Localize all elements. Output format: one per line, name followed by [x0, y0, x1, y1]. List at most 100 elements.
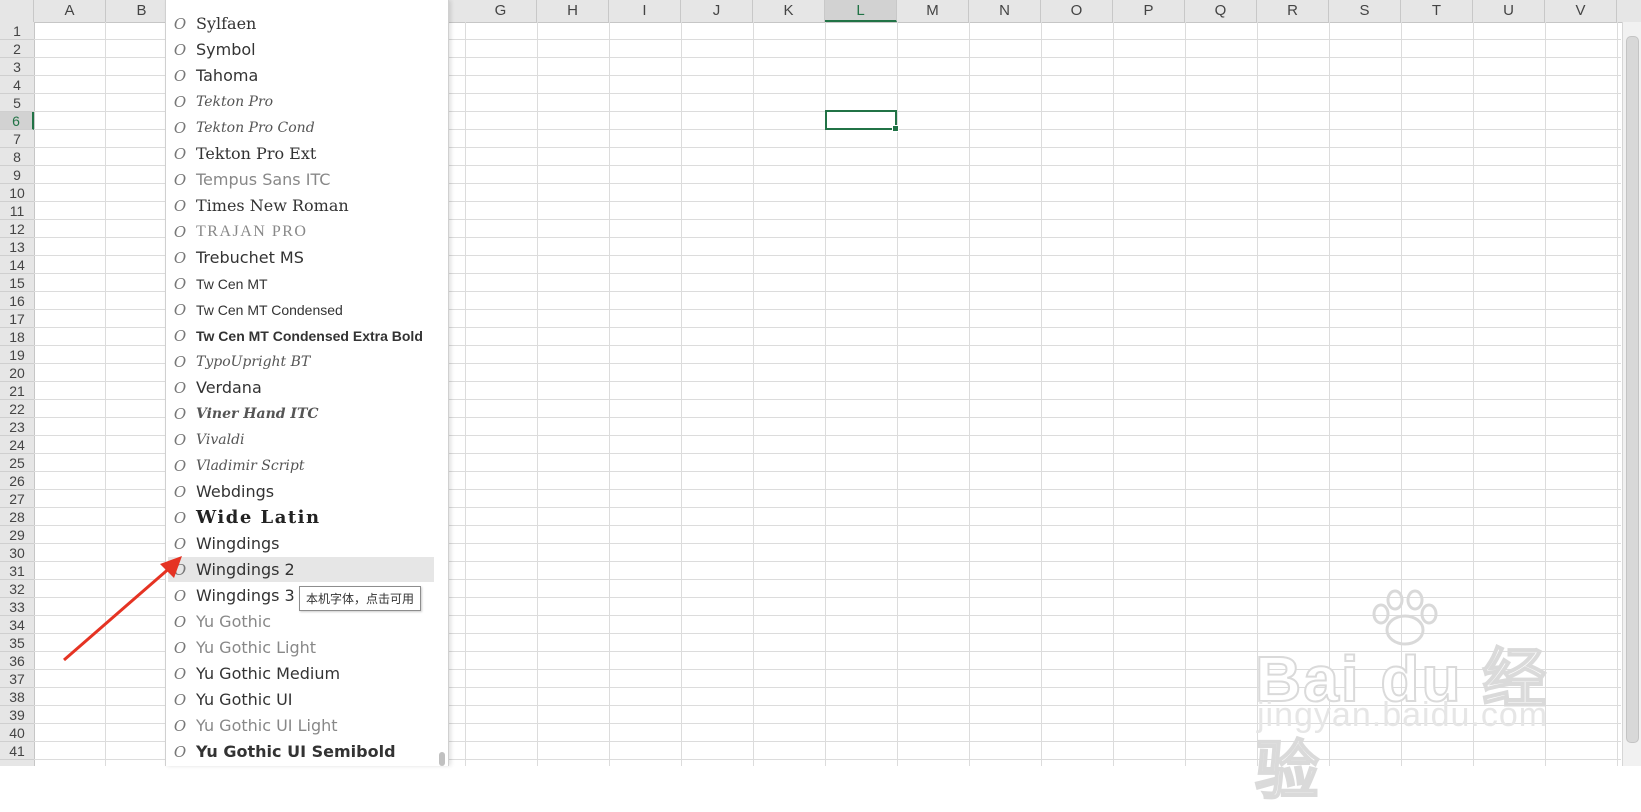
font-item[interactable]: O Yu Gothic — [168, 609, 434, 634]
selected-cell-L6[interactable] — [825, 110, 899, 132]
font-item[interactable]: O Viner Hand ITC — [168, 401, 434, 426]
row-header-4[interactable]: 4 — [0, 76, 34, 94]
row-header-27[interactable]: 27 — [0, 490, 34, 508]
select-all-corner[interactable] — [0, 0, 34, 22]
opentype-font-icon: O — [173, 40, 187, 59]
column-header-I[interactable]: I — [609, 0, 681, 22]
font-item[interactable]: O Tw Cen MT — [168, 271, 434, 296]
row-header-29[interactable]: 29 — [0, 526, 34, 544]
font-item[interactable]: O Vivaldi — [168, 427, 434, 452]
font-item[interactable]: O TypoUpright BT — [168, 349, 434, 374]
font-item[interactable]: O Yu Gothic UI — [168, 687, 434, 712]
font-item-label: Tekton Pro Cond — [196, 119, 315, 136]
font-item-label: Yu Gothic — [196, 612, 272, 631]
column-header-P[interactable]: P — [1113, 0, 1185, 22]
column-header-S[interactable]: S — [1329, 0, 1401, 22]
font-item[interactable]: O Yu Gothic UI Semibold — [168, 739, 434, 764]
font-item[interactable]: O Yu Gothic Light — [168, 635, 434, 660]
font-item[interactable]: O Webdings — [168, 479, 434, 504]
font-item[interactable]: O Yu Gothic UI Light — [168, 713, 434, 738]
column-header-N[interactable]: N — [969, 0, 1041, 22]
row-header-5[interactable]: 5 — [0, 94, 34, 112]
row-header-38[interactable]: 38 — [0, 688, 34, 706]
row-header-35[interactable]: 35 — [0, 634, 34, 652]
vertical-scrollbar-thumb[interactable] — [1626, 36, 1639, 743]
row-header-20[interactable]: 20 — [0, 364, 34, 382]
row-header-21[interactable]: 21 — [0, 382, 34, 400]
font-item[interactable]: O Wingdings — [168, 531, 434, 556]
row-header-16[interactable]: 16 — [0, 292, 34, 310]
row-header-34[interactable]: 34 — [0, 616, 34, 634]
row-header-31[interactable]: 31 — [0, 562, 34, 580]
column-header-G[interactable]: G — [465, 0, 537, 22]
row-header-7[interactable]: 7 — [0, 130, 34, 148]
font-item[interactable]: O Vladimir Script — [168, 453, 434, 478]
row-header-18[interactable]: 18 — [0, 328, 34, 346]
row-header-40[interactable]: 40 — [0, 724, 34, 742]
row-header-26[interactable]: 26 — [0, 472, 34, 490]
font-item[interactable]: O Times New Roman — [168, 193, 434, 218]
column-header-A[interactable]: A — [34, 0, 106, 22]
font-item[interactable]: O Symbol — [168, 37, 434, 62]
font-item-label: Tw Cen MT Condensed — [196, 301, 343, 318]
font-item[interactable]: O Sylfaen — [168, 11, 434, 36]
dropdown-scrollbar-thumb[interactable] — [439, 752, 445, 766]
column-header-H[interactable]: H — [537, 0, 609, 22]
row-header-1[interactable]: 1 — [0, 22, 34, 40]
row-header-33[interactable]: 33 — [0, 598, 34, 616]
column-header-K[interactable]: K — [753, 0, 825, 22]
font-item[interactable]: O Trebuchet MS — [168, 245, 434, 270]
row-header-9[interactable]: 9 — [0, 166, 34, 184]
column-header-O[interactable]: O — [1041, 0, 1113, 22]
font-item[interactable]: O Tekton Pro — [168, 89, 434, 114]
row-header-28[interactable]: 28 — [0, 508, 34, 526]
row-header-10[interactable]: 10 — [0, 184, 34, 202]
font-item[interactable]: O Verdana — [168, 375, 434, 400]
row-header-41[interactable]: 41 — [0, 742, 34, 760]
row-header-14[interactable]: 14 — [0, 256, 34, 274]
column-header-V[interactable]: V — [1545, 0, 1617, 22]
opentype-font-icon: O — [173, 170, 187, 189]
row-header-17[interactable]: 17 — [0, 310, 34, 328]
font-item[interactable]: O Tw Cen MT Condensed Extra Bold — [168, 323, 434, 348]
row-header-6[interactable]: 6 — [0, 112, 34, 130]
font-item[interactable]: O Tekton Pro Cond — [168, 115, 434, 140]
vertical-scrollbar[interactable] — [1622, 22, 1641, 766]
row-header-39[interactable]: 39 — [0, 706, 34, 724]
row-header-11[interactable]: 11 — [0, 202, 34, 220]
row-header-37[interactable]: 37 — [0, 670, 34, 688]
column-header-T[interactable]: T — [1401, 0, 1473, 22]
row-header-12[interactable]: 12 — [0, 220, 34, 238]
font-dropdown-list[interactable]: O Sylfaen O Symbol O Tahoma O Tekton Pro O Tekton… — [165, 0, 449, 766]
row-header-25[interactable]: 25 — [0, 454, 34, 472]
font-item[interactable]: O Wingdings 2 — [168, 557, 434, 582]
row-header-22[interactable]: 22 — [0, 400, 34, 418]
row-header-2[interactable]: 2 — [0, 40, 34, 58]
font-item[interactable]: O Tekton Pro Ext — [168, 141, 434, 166]
column-header-R[interactable]: R — [1257, 0, 1329, 22]
column-header-Q[interactable]: Q — [1185, 0, 1257, 22]
font-item[interactable]: O TRAJAN PRO — [168, 219, 434, 244]
column-header-M[interactable]: M — [897, 0, 969, 22]
column-header-J[interactable]: J — [681, 0, 753, 22]
font-item[interactable]: O Yu Gothic Medium — [168, 661, 434, 686]
row-header-23[interactable]: 23 — [0, 418, 34, 436]
font-item[interactable]: O Tempus Sans ITC — [168, 167, 434, 192]
row-header-24[interactable]: 24 — [0, 436, 34, 454]
row-header-15[interactable]: 15 — [0, 274, 34, 292]
row-header-19[interactable]: 19 — [0, 346, 34, 364]
row-header-8[interactable]: 8 — [0, 148, 34, 166]
row-header-32[interactable]: 32 — [0, 580, 34, 598]
row-header-3[interactable]: 3 — [0, 58, 34, 76]
opentype-font-icon: O — [173, 352, 187, 371]
column-header-L[interactable]: L — [825, 0, 897, 22]
font-item[interactable]: O Tahoma — [168, 63, 434, 88]
font-item[interactable]: O Tw Cen MT Condensed — [168, 297, 434, 322]
font-item[interactable]: O Wide Latin — [168, 505, 434, 530]
opentype-font-icon: O — [173, 274, 187, 293]
column-header-U[interactable]: U — [1473, 0, 1545, 22]
row-header-13[interactable]: 13 — [0, 238, 34, 256]
row-header-30[interactable]: 30 — [0, 544, 34, 562]
row-header-36[interactable]: 36 — [0, 652, 34, 670]
opentype-font-icon: O — [173, 716, 187, 735]
